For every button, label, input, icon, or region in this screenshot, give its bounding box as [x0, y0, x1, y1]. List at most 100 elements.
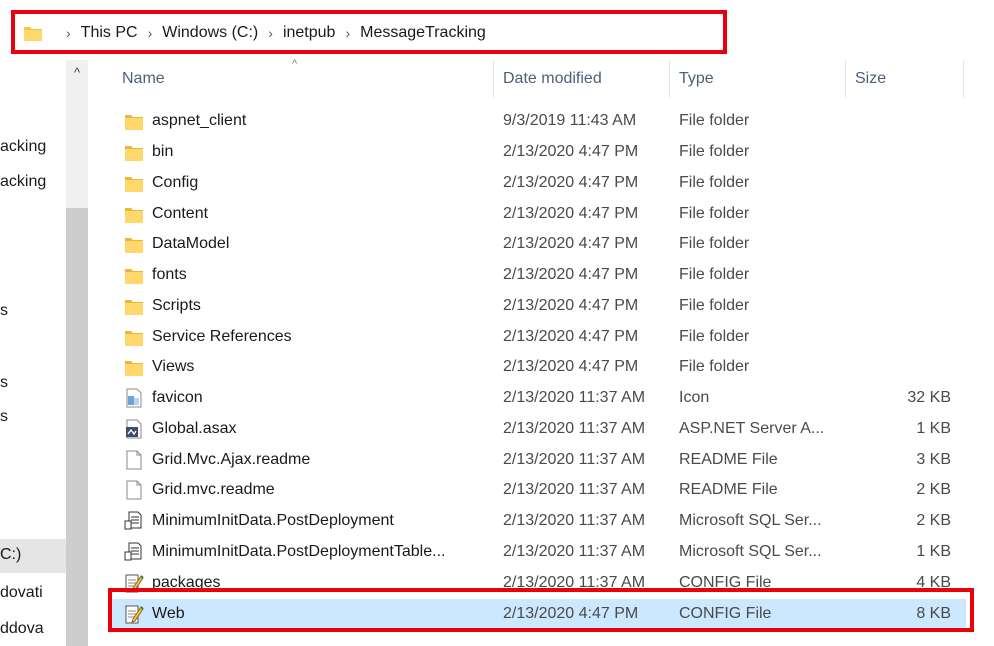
- column-headers: ^ Name Date modified Type Size: [100, 58, 994, 98]
- sql-file-icon: [124, 541, 146, 563]
- file-size: [850, 291, 951, 321]
- blank-file-icon: [124, 479, 146, 501]
- file-date-modified: 2/13/2020 4:47 PM: [503, 266, 639, 283]
- file-type: Microsoft SQL Ser...: [679, 512, 822, 529]
- folder-icon: [124, 110, 146, 132]
- file-row[interactable]: Views 2/13/2020 4:47 PM File folder: [110, 352, 966, 382]
- file-row[interactable]: favicon 2/13/2020 11:37 AM Icon 32 KB: [110, 383, 966, 413]
- file-name: MinimumInitData.PostDeployment: [152, 512, 394, 529]
- column-header-date[interactable]: Date modified: [495, 60, 669, 98]
- file-type: README File: [679, 481, 778, 498]
- file-size: 1 KB: [916, 543, 951, 560]
- file-size: [850, 229, 951, 259]
- scroll-up-icon[interactable]: ^: [66, 60, 88, 86]
- file-name: Scripts: [152, 297, 201, 314]
- file-date-modified: 2/13/2020 11:37 AM: [503, 512, 646, 529]
- file-name: Config: [152, 174, 199, 191]
- nav-item[interactable]: ddova: [0, 620, 66, 638]
- file-size: [850, 322, 951, 352]
- nav-item[interactable]: s: [0, 408, 66, 426]
- file-size: [850, 137, 951, 167]
- file-row[interactable]: MinimumInitData.PostDeployment 2/13/2020 …: [110, 506, 966, 536]
- file-row[interactable]: Scripts 2/13/2020 4:47 PM File folder: [110, 291, 966, 321]
- file-type: Icon: [679, 389, 710, 406]
- file-type: File folder: [679, 174, 750, 191]
- file-size: 1 KB: [916, 420, 951, 437]
- column-header-name[interactable]: Name: [114, 60, 494, 98]
- nav-item[interactable]: acking: [0, 173, 66, 191]
- file-size: [850, 199, 951, 229]
- column-divider[interactable]: [845, 60, 846, 98]
- column-divider[interactable]: [669, 60, 670, 98]
- file-size: 2 KB: [916, 512, 951, 529]
- column-header-size[interactable]: Size: [847, 60, 963, 98]
- file-name: Global.asax: [152, 420, 237, 437]
- nav-item[interactable]: acking: [0, 138, 66, 156]
- file-name: Service References: [152, 328, 292, 345]
- folder-icon: [124, 141, 146, 163]
- file-type: File folder: [679, 297, 750, 314]
- file-date-modified: 2/13/2020 4:47 PM: [503, 297, 639, 314]
- nav-scrollbar-thumb[interactable]: [66, 208, 88, 646]
- file-size: [850, 260, 951, 290]
- file-date-modified: 2/13/2020 11:37 AM: [503, 481, 646, 498]
- selected-file-highlight: [108, 588, 974, 632]
- file-name: Grid.Mvc.Ajax.readme: [152, 451, 311, 468]
- nav-item-drive-c[interactable]: C:): [0, 546, 66, 564]
- file-type: Microsoft SQL Ser...: [679, 543, 822, 560]
- file-name: favicon: [152, 389, 203, 406]
- folder-icon: [124, 264, 146, 286]
- file-type: File folder: [679, 235, 750, 252]
- file-type: ASP.NET Server A...: [679, 420, 825, 437]
- file-date-modified: 2/13/2020 11:37 AM: [503, 420, 646, 437]
- folder-icon: [124, 326, 146, 348]
- file-type: README File: [679, 451, 778, 468]
- file-date-modified: 2/13/2020 11:37 AM: [503, 543, 646, 560]
- file-row[interactable]: Global.asax 2/13/2020 11:37 AM ASP.NET Ser…: [110, 414, 966, 444]
- file-type: File folder: [679, 328, 750, 345]
- file-row[interactable]: Service References 2/13/2020 4:47 PM File …: [110, 322, 966, 352]
- file-size: [850, 106, 951, 136]
- column-divider[interactable]: [963, 60, 964, 98]
- file-size: [850, 352, 951, 382]
- file-row[interactable]: bin 2/13/2020 4:47 PM File folder: [110, 137, 966, 167]
- blank-file-icon: [124, 449, 146, 471]
- column-divider[interactable]: [493, 60, 494, 98]
- file-name: Grid.mvc.readme: [152, 481, 275, 498]
- folder-icon: [124, 203, 146, 225]
- file-type: File folder: [679, 143, 750, 160]
- file-size: 32 KB: [907, 389, 951, 406]
- file-row[interactable]: fonts 2/13/2020 4:47 PM File folder: [110, 260, 966, 290]
- file-row[interactable]: Grid.Mvc.Ajax.readme 2/13/2020 11:37 AM RE…: [110, 445, 966, 475]
- navigation-pane: ^ acking acking s s s C:) dovati ddova: [0, 60, 100, 646]
- address-bar-highlight: [11, 10, 727, 54]
- file-size: 2 KB: [916, 481, 951, 498]
- address-bar[interactable]: › This PC › Windows (C:) › inetpub › Mes…: [0, 8, 994, 60]
- file-row[interactable]: aspnet_client 9/3/2019 11:43 AM File folde…: [110, 106, 966, 136]
- file-type: File folder: [679, 205, 750, 222]
- file-type: File folder: [679, 266, 750, 283]
- file-date-modified: 2/13/2020 4:47 PM: [503, 174, 639, 191]
- file-type: File folder: [679, 112, 750, 129]
- folder-icon: [124, 172, 146, 194]
- asax-file-icon: [124, 418, 146, 440]
- nav-item[interactable]: dovati: [0, 584, 66, 602]
- file-row[interactable]: Content 2/13/2020 4:47 PM File folder: [110, 199, 966, 229]
- file-date-modified: 2/13/2020 11:37 AM: [503, 451, 646, 468]
- file-name: Views: [152, 358, 195, 375]
- file-row[interactable]: DataModel 2/13/2020 4:47 PM File folder: [110, 229, 966, 259]
- file-name: fonts: [152, 266, 187, 283]
- file-row[interactable]: MinimumInitData.PostDeploymentTable... 2/…: [110, 537, 966, 567]
- column-header-type[interactable]: Type: [671, 60, 845, 98]
- image-file-icon: [124, 387, 146, 409]
- folder-icon: [124, 233, 146, 255]
- file-date-modified: 2/13/2020 4:47 PM: [503, 328, 639, 345]
- nav-item[interactable]: s: [0, 374, 66, 392]
- sql-file-icon: [124, 510, 146, 532]
- file-row[interactable]: Config 2/13/2020 4:47 PM File folder: [110, 168, 966, 198]
- file-row[interactable]: Grid.mvc.readme 2/13/2020 11:37 AM README …: [110, 475, 966, 505]
- file-name: DataModel: [152, 235, 230, 252]
- folder-icon: [124, 356, 146, 378]
- nav-item[interactable]: s: [0, 302, 66, 320]
- file-type: File folder: [679, 358, 750, 375]
